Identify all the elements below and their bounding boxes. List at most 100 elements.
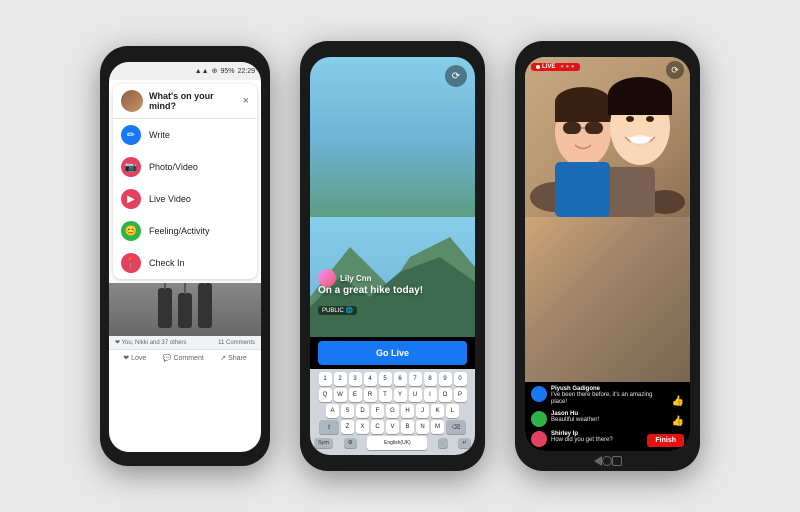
write-label: Write	[149, 130, 170, 140]
key-w[interactable]: W	[334, 388, 347, 402]
battery-status: 95%	[220, 68, 234, 75]
key-a[interactable]: A	[326, 404, 339, 418]
hang-item-3	[198, 283, 212, 328]
home-button[interactable]	[602, 456, 612, 466]
feeling-menu-item[interactable]: 😊 Feeling/Activity	[113, 215, 257, 247]
close-button[interactable]: ×	[243, 95, 249, 107]
signal-icon: ▲▲	[195, 68, 209, 75]
feed-image: ❤ You, Nikki and 37 others 11 Comments ❤…	[109, 283, 261, 366]
phone-3: LIVE ● ● ● ⟳ Piyush Gadigone I've been t…	[515, 41, 700, 471]
composer-title: What's on your mind?	[149, 91, 243, 111]
key-f[interactable]: F	[371, 404, 384, 418]
comment-avatar-1	[531, 386, 547, 402]
comment-text-1: I've been there before, it's an amazing …	[551, 392, 668, 408]
back-button[interactable]	[594, 456, 602, 466]
key-j[interactable]: J	[416, 404, 429, 418]
key-5[interactable]: 5	[379, 372, 392, 386]
key-1[interactable]: 1	[319, 372, 332, 386]
space-key[interactable]: English(UK)	[367, 436, 427, 450]
enter-key[interactable]: ↵	[458, 438, 471, 448]
key-d[interactable]: D	[356, 404, 369, 418]
camera-flip-button-live[interactable]: ⟳	[666, 61, 684, 79]
comment-text-3: How did you get there?	[551, 437, 643, 445]
key-8[interactable]: 8	[424, 372, 437, 386]
key-h[interactable]: H	[401, 404, 414, 418]
hang-item-1	[158, 288, 172, 328]
public-label: PUBLIC	[322, 308, 344, 314]
key-g[interactable]: G	[386, 404, 399, 418]
key-6[interactable]: 6	[394, 372, 407, 386]
share-button[interactable]: ↗ Share	[220, 354, 247, 362]
live-menu-item[interactable]: ▶ Live Video	[113, 183, 257, 215]
key-x[interactable]: X	[356, 420, 369, 434]
action-bar: ❤ Love 💬 Comment ↗ Share	[109, 349, 261, 366]
photo-icon: 📷	[121, 157, 141, 177]
key-m[interactable]: M	[431, 420, 444, 434]
like-icon-2[interactable]: 👍	[672, 416, 684, 427]
period-key[interactable]: .	[438, 438, 448, 448]
live-setup-screen: ⟳ Lily Cnn O	[310, 57, 475, 455]
camera-flip-button[interactable]: ⟳	[445, 65, 467, 87]
key-i[interactable]: I	[424, 388, 437, 402]
key-e[interactable]: E	[349, 388, 362, 402]
comment-row-1: Piyush Gadigone I've been there before, …	[531, 386, 684, 408]
user-name-live: Lily Cnn	[340, 274, 372, 283]
photo-menu-item[interactable]: 📷 Photo/Video	[113, 151, 257, 183]
key-z[interactable]: Z	[341, 420, 354, 434]
keyboard-row-asdf: A S D F G H J K L	[312, 404, 473, 418]
composer-header: What's on your mind? ×	[113, 84, 257, 119]
shift-key[interactable]: ⇧	[319, 420, 339, 434]
finish-button[interactable]: Finish	[647, 434, 684, 447]
key-q[interactable]: Q	[319, 388, 332, 402]
like-icon-1[interactable]: 👍	[672, 396, 684, 407]
photo-label: Photo/Video	[149, 162, 198, 172]
key-4[interactable]: 4	[364, 372, 377, 386]
comment-item-2: Jason Hu Beautiful weather!	[531, 411, 668, 427]
comment-text-wrap-2: Jason Hu Beautiful weather!	[551, 411, 668, 425]
viewer-count: ● ● ●	[560, 64, 574, 70]
key-s[interactable]: S	[341, 404, 354, 418]
go-live-button[interactable]: Go Live	[318, 341, 467, 365]
key-r[interactable]: R	[364, 388, 377, 402]
write-menu-item[interactable]: ✏ Write	[113, 119, 257, 151]
checkin-icon: 📍	[121, 253, 141, 273]
key-3[interactable]: 3	[349, 372, 362, 386]
sym-key[interactable]: Sym	[314, 438, 333, 448]
hanging-equipment	[109, 283, 261, 336]
checkin-menu-item[interactable]: 📍 Check In	[113, 247, 257, 279]
key-p[interactable]: P	[454, 388, 467, 402]
comment-item-3: Shirley Ip How did you get there?	[531, 431, 643, 447]
key-l[interactable]: L	[446, 404, 459, 418]
key-t[interactable]: T	[379, 388, 392, 402]
feeling-icon: 😊	[121, 221, 141, 241]
recent-apps-button[interactable]	[612, 456, 622, 466]
reaction-bar: ❤ You, Nikki and 37 others 11 Comments	[109, 336, 261, 349]
comments-section: Piyush Gadigone I've been there before, …	[525, 382, 690, 452]
camera-view: ⟳ Lily Cnn O	[310, 57, 475, 337]
nav-bar	[584, 451, 632, 471]
composer-panel: What's on your mind? × ✏ Write 📷 Photo/V…	[113, 84, 257, 279]
key-o[interactable]: O	[439, 388, 452, 402]
live-dot	[536, 65, 540, 69]
key-7[interactable]: 7	[409, 372, 422, 386]
backspace-key[interactable]: ⌫	[446, 420, 466, 434]
key-n[interactable]: N	[416, 420, 429, 434]
comment-button[interactable]: 💬 Comment	[163, 354, 204, 362]
write-icon: ✏	[121, 125, 141, 145]
key-b[interactable]: B	[401, 420, 414, 434]
key-v[interactable]: V	[386, 420, 399, 434]
key-2[interactable]: 2	[334, 372, 347, 386]
key-c[interactable]: C	[371, 420, 384, 434]
comment-item-1: Piyush Gadigone I've been there before, …	[531, 386, 668, 408]
key-k[interactable]: K	[431, 404, 444, 418]
feeling-label: Feeling/Activity	[149, 226, 210, 236]
key-y[interactable]: Y	[394, 388, 407, 402]
keyboard: 1 2 3 4 5 6 7 8 9 0 Q W E R T Y	[310, 369, 475, 455]
key-0[interactable]: 0	[454, 372, 467, 386]
settings-key[interactable]: ⚙	[344, 438, 357, 448]
key-u[interactable]: U	[409, 388, 422, 402]
user-avatar	[121, 90, 143, 112]
live-icon: ▶	[121, 189, 141, 209]
key-9[interactable]: 9	[439, 372, 452, 386]
love-button[interactable]: ❤ Love	[123, 354, 146, 362]
